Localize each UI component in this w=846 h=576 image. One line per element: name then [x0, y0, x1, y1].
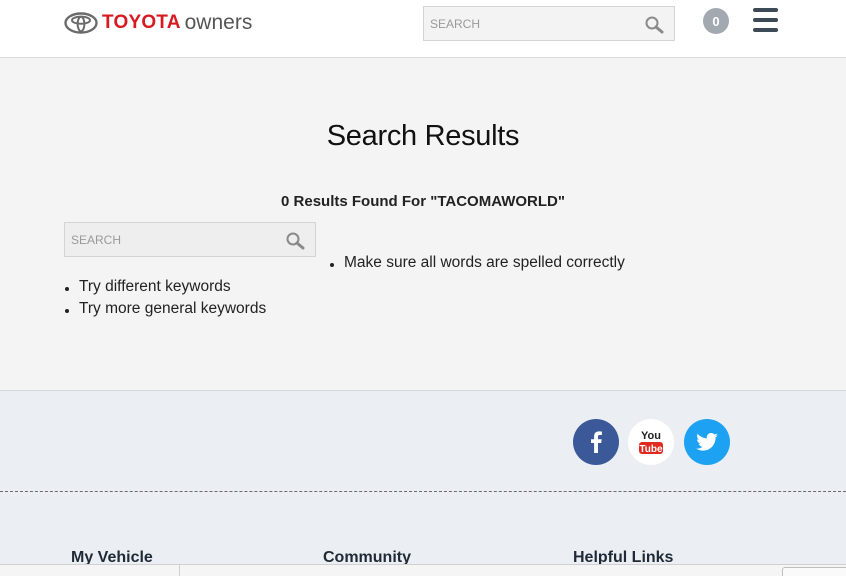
- results-summary: 0 Results Found For "TACOMAWORLD": [0, 193, 846, 210]
- header-search-input[interactable]: [424, 7, 674, 40]
- list-item: Try different keywords: [64, 276, 266, 298]
- page-title: Search Results: [326, 120, 520, 152]
- bottom-bar-tab[interactable]: [782, 567, 846, 576]
- twitter-icon: [696, 433, 718, 451]
- header-search-button[interactable]: [642, 13, 666, 37]
- svg-text:You: You: [641, 430, 661, 442]
- results-search-button[interactable]: [283, 229, 307, 253]
- list-item: Make sure all words are spelled correctl…: [329, 252, 625, 274]
- youtube-icon: You Tube: [639, 430, 663, 455]
- header-search: [423, 6, 675, 41]
- facebook-link[interactable]: [573, 419, 619, 465]
- bottom-bar-separator: [179, 565, 180, 576]
- search-icon: [286, 232, 305, 250]
- facebook-icon: [591, 431, 602, 453]
- bottom-bar: [0, 564, 846, 576]
- logo-brand-text: TOYOTA: [102, 12, 181, 33]
- svg-text:Tube: Tube: [639, 444, 663, 455]
- results-search-input[interactable]: [65, 223, 315, 256]
- results-text: Results Found For "TACOMAWORLD": [289, 193, 565, 210]
- twitter-link[interactable]: [684, 419, 730, 465]
- cart-count-badge[interactable]: 0: [703, 8, 729, 34]
- list-item: Try more general keywords: [64, 298, 266, 320]
- search-tips-list: Try different keywords Try more general …: [64, 276, 266, 320]
- footer-divider: [0, 491, 846, 492]
- site-footer: You Tube My Vehicle Community Helpful Li…: [0, 390, 846, 576]
- youtube-link[interactable]: You Tube: [628, 419, 674, 465]
- results-search: [64, 222, 316, 257]
- site-header: TOYOTA owners 0: [0, 0, 846, 58]
- search-results-main: Search Results 0 Results Found For "TACO…: [0, 58, 846, 390]
- toyota-emblem-icon: [64, 12, 98, 34]
- hamburger-menu-icon[interactable]: [753, 8, 779, 32]
- toyota-owners-logo[interactable]: TOYOTA owners: [64, 10, 252, 36]
- search-icon: [645, 16, 664, 34]
- search-tips-list-right: Make sure all words are spelled correctl…: [329, 252, 625, 274]
- logo-sub-text: owners: [184, 11, 253, 34]
